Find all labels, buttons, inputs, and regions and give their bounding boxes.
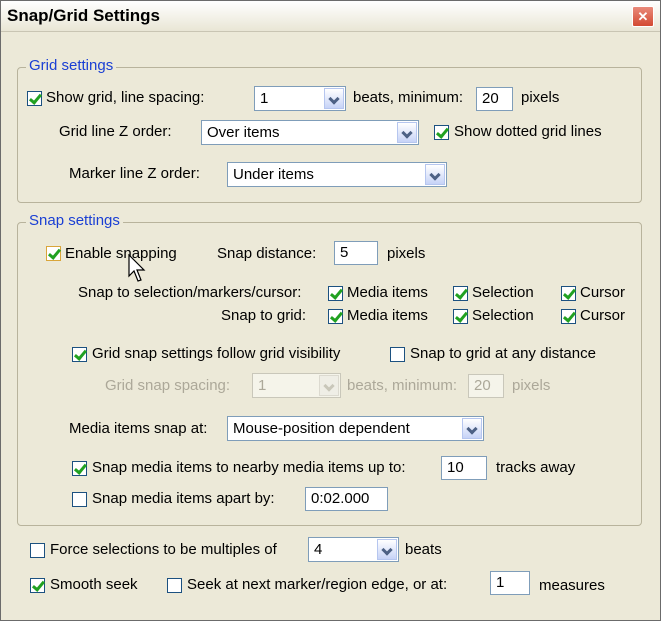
- show-grid-label: Show grid, line spacing:: [46, 89, 205, 106]
- show-dotted-checkbox[interactable]: [434, 125, 449, 140]
- spacing-min-input[interactable]: 20: [468, 374, 504, 398]
- grid-snap-spacing-label: Grid snap spacing:: [105, 377, 231, 394]
- grid-selection-label: Selection: [472, 307, 534, 324]
- snap-distance-unit: pixels: [387, 245, 426, 262]
- mouse-cursor-icon: [128, 254, 146, 282]
- marker-z-order-combo[interactable]: Under items: [227, 162, 447, 187]
- chevron-down-icon[interactable]: [319, 375, 339, 396]
- snap-distance-label: Snap distance:: [217, 245, 317, 262]
- show-dotted-label: Show dotted grid lines: [454, 123, 602, 140]
- line-spacing-value: 1: [260, 90, 269, 107]
- spacing-pixels-label: pixels: [512, 377, 551, 394]
- sel-media-items-label: Media items: [347, 284, 428, 301]
- follow-visibility-checkbox[interactable]: [72, 347, 87, 362]
- force-multiples-checkbox[interactable]: [30, 543, 45, 558]
- min-pixels-input[interactable]: 20: [476, 87, 513, 111]
- grid-z-order-combo[interactable]: Over items: [201, 120, 419, 145]
- sel-cursor-checkbox[interactable]: [561, 286, 576, 301]
- snap-to-grid-label: Snap to grid:: [221, 307, 307, 324]
- snap-apart-label: Snap media items apart by:: [92, 490, 275, 507]
- any-distance-label: Snap to grid at any distance: [410, 345, 596, 362]
- snap-nearby-checkbox[interactable]: [72, 461, 87, 476]
- seek-measures-unit: measures: [539, 577, 605, 594]
- force-multiples-label: Force selections to be multiples of: [50, 541, 277, 558]
- chevron-down-icon[interactable]: [425, 164, 445, 185]
- grid-snap-spacing-value: 1: [258, 377, 267, 394]
- snap-nearby-label: Snap media items to nearby media items u…: [92, 459, 406, 476]
- grid-selection-checkbox[interactable]: [453, 309, 468, 324]
- marker-z-order-label: Marker line Z order:: [69, 165, 200, 182]
- smooth-seek-label: Smooth seek: [50, 576, 138, 593]
- follow-visibility-label: Grid snap settings follow grid visibilit…: [92, 345, 341, 362]
- media-snap-at-combo[interactable]: Mouse-position dependent: [227, 416, 484, 441]
- grid-settings-legend: Grid settings: [26, 57, 117, 74]
- grid-snap-spacing-combo[interactable]: 1: [252, 373, 341, 398]
- pixels-label: pixels: [521, 89, 560, 106]
- window-title: Snap/Grid Settings: [7, 6, 161, 25]
- grid-media-items-label: Media items: [347, 307, 428, 324]
- marker-z-order-value: Under items: [233, 166, 314, 183]
- line-spacing-combo[interactable]: 1: [254, 86, 346, 111]
- sel-cursor-label: Cursor: [580, 284, 626, 301]
- spacing-beats-label: beats, minimum:: [347, 377, 458, 394]
- snap-to-selection-label: Snap to selection/markers/cursor:: [78, 284, 302, 301]
- snap-settings-legend: Snap settings: [26, 212, 123, 229]
- beats-minimum-label: beats, minimum:: [353, 89, 464, 106]
- snap-distance-input[interactable]: 5: [334, 241, 378, 265]
- close-icon[interactable]: ✕: [632, 6, 654, 27]
- snap-nearby-unit: tracks away: [496, 459, 576, 476]
- media-snap-at-label: Media items snap at:: [69, 420, 208, 437]
- grid-z-order-value: Over items: [207, 124, 280, 141]
- snap-grid-dialog: Snap/Grid Settings ✕ Grid settings Show …: [0, 0, 661, 621]
- force-multiples-value: 4: [314, 541, 323, 558]
- seek-marker-checkbox[interactable]: [167, 578, 182, 593]
- smooth-seek-checkbox[interactable]: [30, 578, 45, 593]
- sel-selection-checkbox[interactable]: [453, 286, 468, 301]
- any-distance-checkbox[interactable]: [390, 347, 405, 362]
- seek-marker-label: Seek at next marker/region edge, or at:: [187, 576, 448, 593]
- grid-z-order-label: Grid line Z order:: [59, 123, 172, 140]
- chevron-down-icon[interactable]: [397, 122, 417, 143]
- media-snap-at-value: Mouse-position dependent: [233, 420, 410, 437]
- force-multiples-combo[interactable]: 4: [308, 537, 399, 562]
- seek-measures-input[interactable]: 1: [490, 571, 530, 595]
- snap-apart-checkbox[interactable]: [72, 492, 87, 507]
- show-grid-checkbox[interactable]: [27, 91, 42, 106]
- chevron-down-icon[interactable]: [462, 418, 482, 439]
- grid-cursor-checkbox[interactable]: [561, 309, 576, 324]
- enable-snapping-checkbox[interactable]: [46, 246, 61, 261]
- grid-cursor-label: Cursor: [580, 307, 626, 324]
- snap-nearby-input[interactable]: 10: [441, 456, 487, 480]
- snap-apart-input[interactable]: 0:02.000: [305, 487, 388, 511]
- sel-media-items-checkbox[interactable]: [328, 286, 343, 301]
- title-bar: Snap/Grid Settings ✕: [1, 1, 660, 32]
- enable-snapping-label: Enable snapping: [65, 245, 177, 262]
- force-multiples-unit: beats: [405, 541, 442, 558]
- sel-selection-label: Selection: [472, 284, 534, 301]
- grid-media-items-checkbox[interactable]: [328, 309, 343, 324]
- chevron-down-icon[interactable]: [324, 88, 344, 109]
- chevron-down-icon[interactable]: [377, 539, 397, 560]
